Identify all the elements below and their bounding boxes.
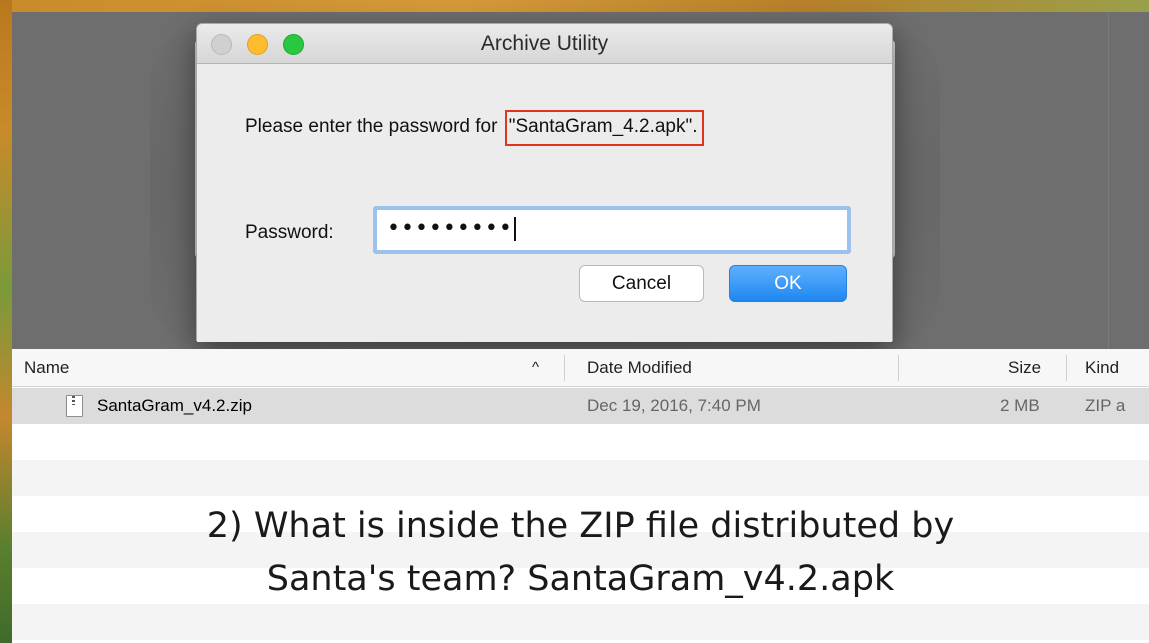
titlebar: Archive Utility [197,24,892,64]
ok-button[interactable]: OK [729,265,847,302]
dialog-body: Please enter the password for "SantaGram… [197,64,892,342]
column-header-kind[interactable]: Kind [1085,349,1119,387]
caption-line-2: Santa's team? SantaGram_v4.2.apk [266,559,895,599]
prompt-text: Please enter the password for [245,116,503,137]
password-prompt: Please enter the password for "SantaGram… [245,110,704,146]
file-kind: ZIP a [1085,396,1126,415]
archive-utility-dialog: Archive Utility Please enter the passwor… [196,23,893,342]
zip-file-icon [66,395,83,417]
file-row[interactable]: SantaGram_v4.2.zip Dec 19, 2016, 7:40 PM… [12,388,1149,424]
password-dots: ••••••••• [387,216,513,241]
password-label: Password: [245,222,334,243]
column-header-date-modified[interactable]: Date Modified [587,349,692,387]
column-header-name[interactable]: Name [24,349,69,387]
sort-indicator-icon[interactable]: ^ [532,349,539,387]
window-title: Archive Utility [480,32,609,55]
cancel-button[interactable]: Cancel [579,265,704,302]
list-header: Name ^ Date Modified Size Kind [12,349,1149,387]
file-size: 2 MB [1000,396,1040,415]
column-header-size[interactable]: Size [1008,349,1041,387]
highlighted-filename: "SantaGram_4.2.apk". [504,110,704,146]
password-field[interactable]: ••••••••• [373,206,851,254]
column-separator[interactable] [564,355,565,381]
file-name: SantaGram_v4.2.zip [97,396,252,415]
column-separator[interactable] [1066,355,1067,381]
caption-line-1: 2) What is inside the ZIP file distribut… [206,506,955,546]
desktop-background-left [0,0,12,643]
column-separator[interactable] [898,355,899,381]
desktop-background-top [0,0,1149,12]
empty-row [12,604,1149,640]
column-divider [1108,12,1109,349]
file-date: Dec 19, 2016, 7:40 PM [587,396,761,415]
text-caret [513,217,516,241]
empty-row [12,460,1149,496]
